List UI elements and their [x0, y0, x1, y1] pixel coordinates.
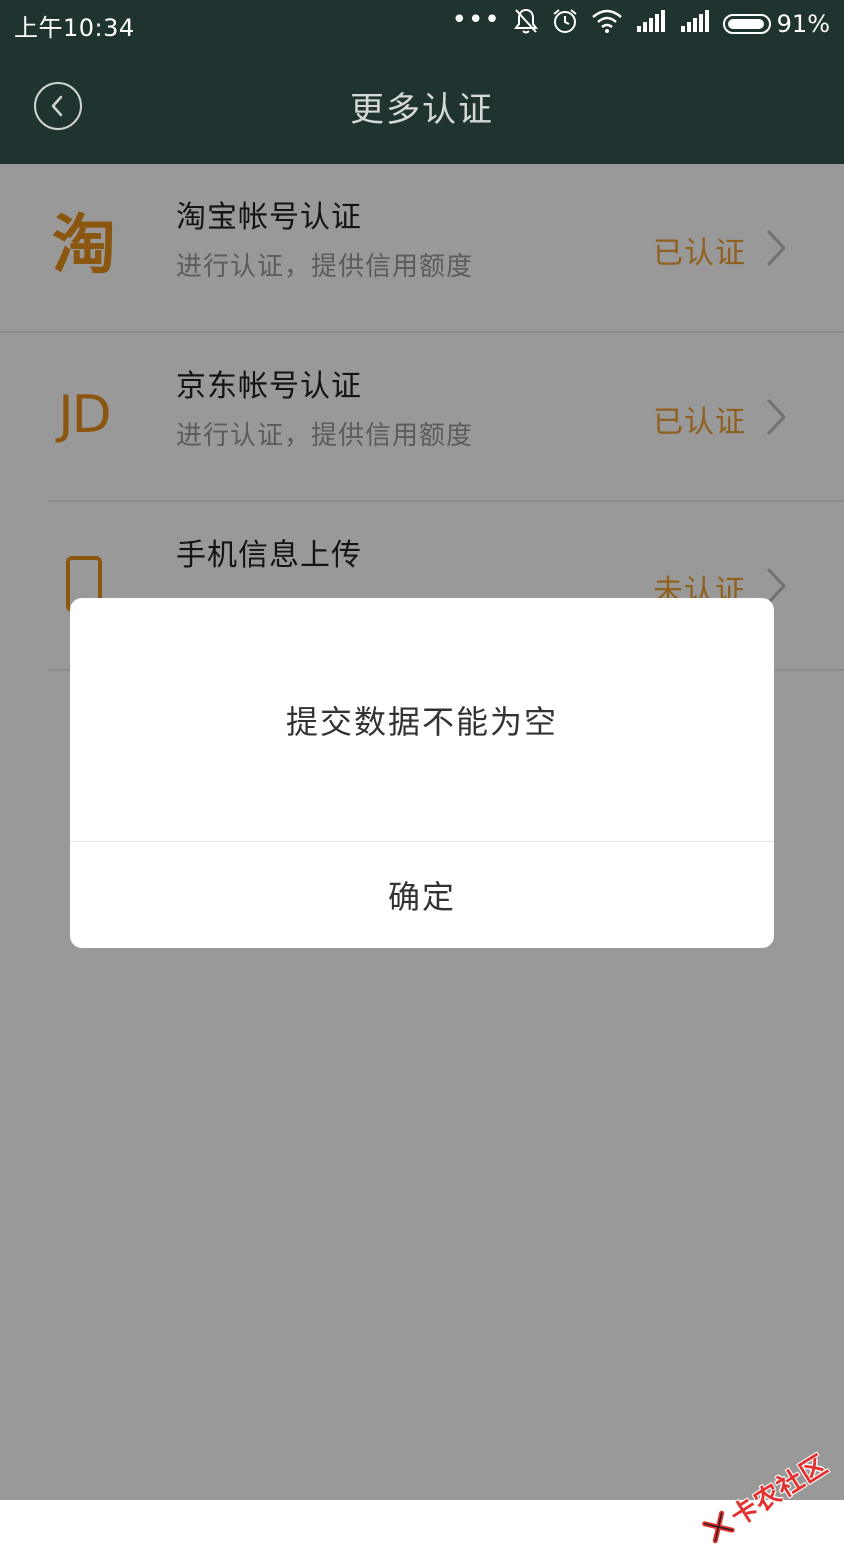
- page-title: 更多认证: [350, 90, 494, 130]
- more-notifications-icon: •••: [451, 5, 501, 35]
- dialog-message: 提交数据不能为空: [70, 598, 774, 842]
- status-time: 上午10:34: [14, 14, 135, 42]
- alarm-icon: [551, 7, 579, 41]
- signal-icon-2: [679, 9, 711, 39]
- status-icons: ••• 91%: [452, 6, 830, 42]
- bell-muted-icon: [513, 7, 539, 41]
- signal-icon: [635, 9, 667, 39]
- battery-icon: [722, 14, 771, 34]
- battery-indicator: 91%: [722, 10, 830, 38]
- confirm-button[interactable]: 确定: [70, 842, 774, 948]
- alert-dialog: 提交数据不能为空 确定: [70, 598, 774, 948]
- battery-percent: 91%: [776, 10, 830, 38]
- status-bar: 上午10:34 ••• 91%: [0, 0, 844, 48]
- wifi-icon: [591, 8, 623, 40]
- app-header: 更多认证: [0, 48, 844, 164]
